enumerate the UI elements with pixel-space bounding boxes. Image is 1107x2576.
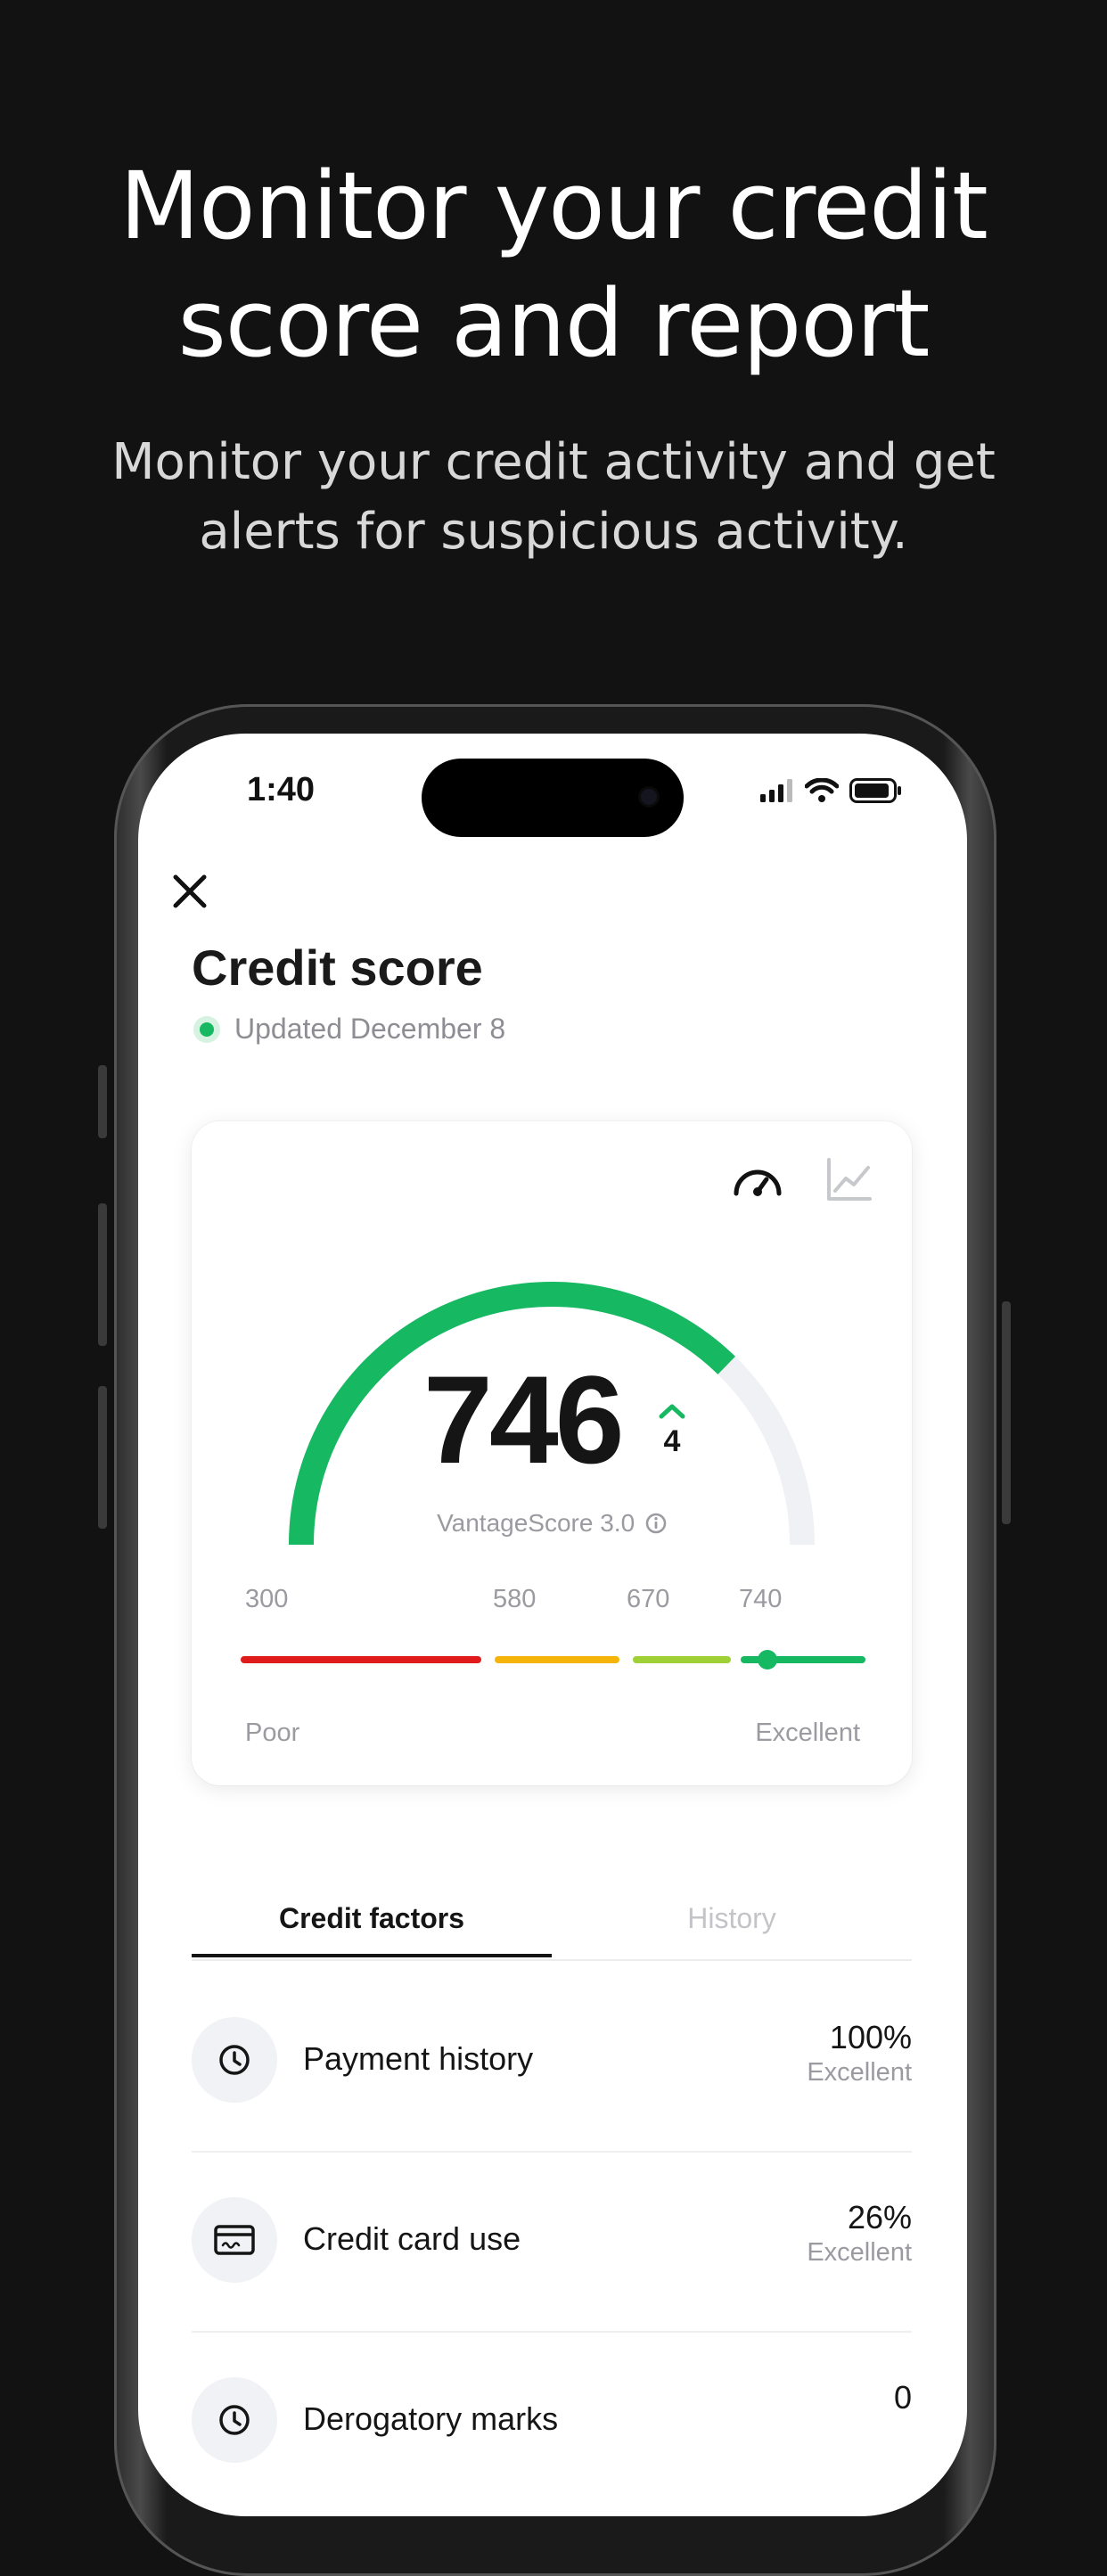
range-bar-poor xyxy=(241,1656,481,1663)
hero-title: Monitor your credit score and report xyxy=(0,147,1107,382)
factor-value: 100% xyxy=(829,2019,912,2055)
hero-subtitle: Monitor your credit activity and get ale… xyxy=(0,428,1107,567)
hero-title-line: score and report xyxy=(177,269,931,378)
status-time: 1:40 xyxy=(247,771,316,808)
volume-up-button xyxy=(98,1203,107,1346)
tab-credit-factors[interactable]: Credit factors xyxy=(192,1879,552,1957)
camera-icon xyxy=(641,789,657,805)
power-button xyxy=(1002,1301,1011,1524)
wifi-icon xyxy=(805,778,839,802)
range-label-excellent: Excellent xyxy=(755,1719,860,1747)
range-bar-good xyxy=(633,1656,731,1663)
range-tick-670: 670 xyxy=(627,1585,670,1613)
hero-subtitle-line: alerts for suspicious activity. xyxy=(199,503,908,561)
status-icons xyxy=(760,778,903,803)
updated-text: Updated December 8 xyxy=(234,1013,506,1045)
factor-row-derogatory-marks[interactable]: Derogatory marks 0 xyxy=(192,2333,912,2511)
range-tick-580: 580 xyxy=(493,1585,537,1613)
score-change-value: 4 xyxy=(663,1424,681,1458)
score-change: 4 xyxy=(658,1402,686,1459)
dynamic-island xyxy=(422,759,684,837)
factor-rating: Excellent xyxy=(807,2058,912,2087)
clock-icon xyxy=(219,2045,250,2075)
status-dot-icon xyxy=(193,1015,220,1043)
hero-title-line: Monitor your credit xyxy=(119,152,988,260)
page-title: Credit score xyxy=(192,939,483,996)
score-model: VantageScore 3.0 xyxy=(192,1509,912,1538)
range-tick-740: 740 xyxy=(739,1585,783,1613)
factor-icon-wrap xyxy=(192,2017,277,2103)
tab-history[interactable]: History xyxy=(552,1879,912,1957)
battery-icon xyxy=(849,778,901,803)
phone-screen: 1:40 Credit score Updated December 8 746… xyxy=(138,734,967,2516)
credit-card-icon xyxy=(214,2225,255,2255)
factor-value: 26% xyxy=(847,2199,912,2236)
action-button xyxy=(98,1065,107,1138)
factor-value: 0 xyxy=(893,2379,912,2416)
factor-rating: Excellent xyxy=(807,2238,912,2267)
info-icon[interactable] xyxy=(645,1513,667,1534)
range-bar-fair xyxy=(495,1656,619,1663)
clock-icon xyxy=(219,2405,250,2435)
volume-down-button xyxy=(98,1386,107,1529)
range-label-poor: Poor xyxy=(245,1719,300,1747)
credit-score-value: 746 xyxy=(423,1350,625,1489)
factor-label: Derogatory marks xyxy=(303,2400,559,2437)
factor-icon-wrap xyxy=(192,2197,277,2283)
factor-icon-wrap xyxy=(192,2377,277,2463)
hero-subtitle-line: Monitor your credit activity and get xyxy=(111,433,996,491)
score-card: 746 4 VantageScore 3.0 300 580 670 740 P… xyxy=(192,1121,912,1785)
updated-status: Updated December 8 xyxy=(193,1013,505,1046)
chevron-up-icon xyxy=(659,1404,685,1419)
cellular-signal-icon xyxy=(760,779,792,802)
score-marker xyxy=(758,1650,777,1669)
close-icon[interactable] xyxy=(170,872,209,911)
factor-label: Credit card use xyxy=(303,2220,521,2257)
factor-label: Payment history xyxy=(303,2040,534,2077)
score-model-label: VantageScore 3.0 xyxy=(437,1509,636,1537)
factor-row-credit-card-use[interactable]: Credit card use 26% Excellent xyxy=(192,2153,912,2333)
factor-row-payment-history[interactable]: Payment history 100% Excellent xyxy=(192,1973,912,2153)
tab-bar: Credit factors History xyxy=(192,1879,912,1961)
range-tick-300: 300 xyxy=(245,1585,289,1613)
